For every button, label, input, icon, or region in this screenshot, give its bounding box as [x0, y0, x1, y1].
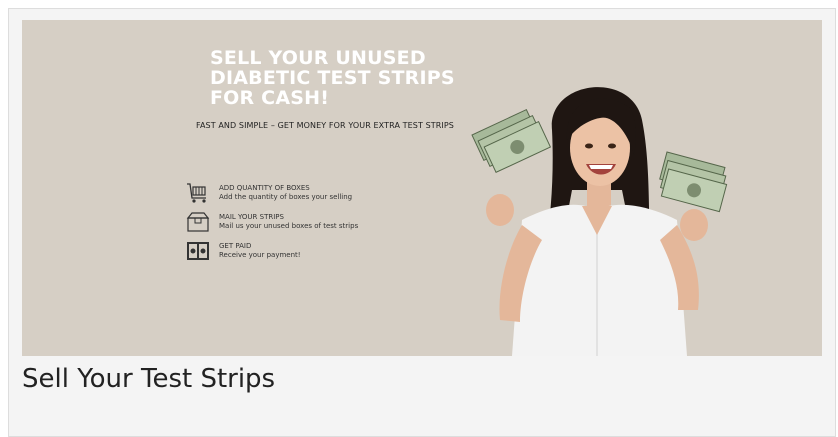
promo-banner-image[interactable]: SELL YOUR UNUSED DIABETIC TEST STRIPS FO…: [22, 20, 822, 356]
cash-icon: [187, 242, 209, 260]
headline-line-2: DIABETIC TEST STRIPS: [210, 67, 455, 89]
cart-icon: [187, 183, 206, 203]
step-desc: Add the quantity of boxes your selling: [219, 193, 353, 201]
banner-subline: FAST AND SIMPLE – GET MONEY FOR YOUR EXT…: [196, 121, 454, 130]
box-icon: [186, 212, 210, 232]
step-desc: Receive your payment!: [219, 251, 301, 259]
step-title: ADD QUANTITY OF BOXES: [219, 184, 310, 192]
step-title: MAIL YOUR STRIPS: [219, 213, 284, 221]
headline-line-3: FOR CASH!: [210, 87, 330, 109]
product-title-link[interactable]: Sell Your Test Strips: [22, 364, 275, 394]
step-title: GET PAID: [219, 242, 252, 250]
woman-holding-cash-photo: [471, 87, 728, 356]
headline-line-1: SELL YOUR UNUSED: [210, 47, 426, 69]
banner-headline: SELL YOUR UNUSED DIABETIC TEST STRIPS FO…: [210, 48, 455, 108]
step-desc: Mail us your unused boxes of test strips: [219, 222, 359, 230]
